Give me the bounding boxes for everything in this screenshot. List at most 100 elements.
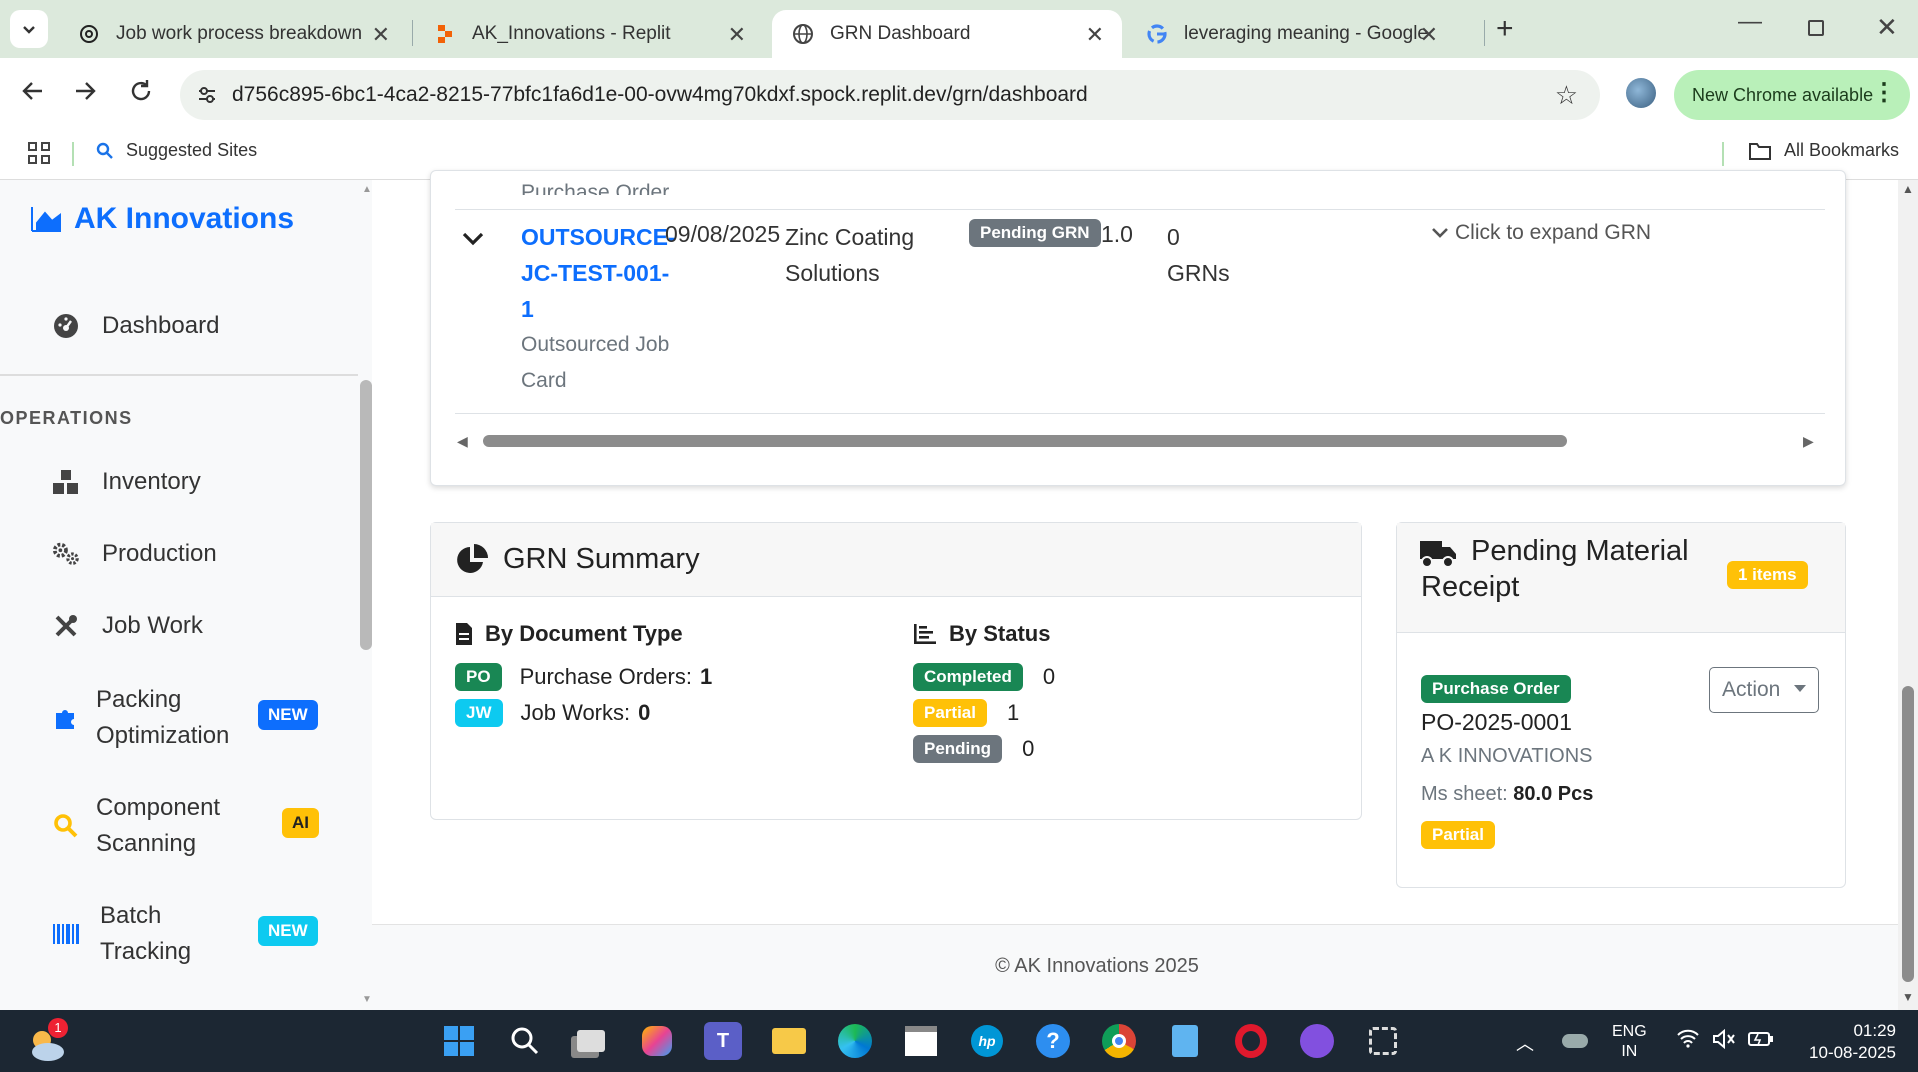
sidebar-scroll-down[interactable]: ▼ [362,994,372,1005]
expand-grn-button[interactable]: Click to expand GRN [1431,221,1651,245]
openai-icon [78,23,100,45]
show-hidden-icons[interactable]: ︿ [1516,1030,1534,1056]
minimize-button[interactable]: — [1738,8,1762,36]
sidebar-item-production[interactable]: Production [52,540,217,568]
close-tab-icon[interactable]: ✕ [1420,22,1438,48]
page-scrollbar-thumb[interactable] [1902,686,1914,982]
file-explorer-button[interactable] [770,1022,808,1060]
tab-search-button[interactable] [10,10,48,48]
expand-row-chevron[interactable] [461,231,485,252]
brand-name: AK Innovations [74,202,295,235]
start-button[interactable] [440,1022,478,1060]
vendor-name-part: Zinc Coating [785,224,915,250]
new-tab-button[interactable]: + [1496,12,1514,46]
horizontal-scroll-right[interactable]: ▶ [1803,433,1814,450]
snipping-tool-button[interactable] [1364,1022,1402,1060]
restore-button[interactable] [1808,20,1824,36]
new-chrome-available-button[interactable]: New Chrome available ⋮ [1674,70,1910,120]
tab-google-search[interactable]: leveraging meaning - Google S ✕ [1126,10,1476,58]
site-settings-icon[interactable] [196,84,218,106]
grn-count: 0 GRNs [1167,219,1230,291]
profile-avatar[interactable] [1626,78,1656,108]
hp-icon: hp [971,1025,1003,1057]
close-tab-icon[interactable]: ✕ [1086,22,1104,48]
reload-icon [131,80,151,101]
page-scroll-up[interactable]: ▲ [1902,182,1914,196]
onedrive-icon[interactable] [1562,1034,1588,1048]
reload-button[interactable] [128,78,154,111]
sidebar-scrollbar-thumb[interactable] [360,380,372,650]
tools-icon [52,612,80,640]
search-icon [96,142,114,160]
tab-title: Job work process breakdown [116,23,363,44]
apps-grid-icon[interactable] [28,142,50,164]
sidebar-item-label: Packing [96,686,182,713]
folder-icon [1748,141,1772,161]
language-code: ENG [1612,1023,1647,1040]
sidebar-item-job-work[interactable]: Job Work [52,612,203,640]
company-name: A K INNOVATIONS [1421,745,1593,767]
github-button[interactable] [1298,1022,1336,1060]
horizontal-scrollbar-thumb[interactable] [483,435,1567,447]
tab-job-work-process[interactable]: Job work process breakdown ✕ [58,10,408,58]
teams-button[interactable]: T [704,1022,742,1060]
close-tab-icon[interactable]: ✕ [728,22,746,48]
vendor-name: Zinc Coating Solutions [785,219,914,291]
chrome-button[interactable] [1100,1022,1138,1060]
help-button[interactable]: ? [1034,1022,1072,1060]
document-number-link[interactable]: OUTSOURCE- JC-TEST-001- 1 [521,219,676,327]
store-button[interactable] [902,1022,940,1060]
horizontal-scroll-left[interactable]: ◀ [457,433,468,450]
file-icon [456,623,472,645]
url-text[interactable]: d756c895-6bc1-4ca2-8215-77bfc1fa6d1e-00-… [232,83,1088,107]
po-number: PO-2025-0001 [1421,709,1572,735]
opera-button[interactable] [1232,1022,1270,1060]
document-number-part: 1 [521,296,534,322]
volume-muted-icon[interactable] [1712,1028,1736,1055]
close-tab-icon[interactable]: ✕ [372,22,390,48]
clock[interactable]: 01:29 10-08-2025 [1796,1020,1896,1064]
sidebar-scroll-up[interactable]: ▲ [362,184,372,195]
back-button[interactable] [20,78,46,111]
language-indicator[interactable]: ENG IN [1612,1022,1647,1062]
all-bookmarks-button[interactable]: All Bookmarks [1748,140,1899,161]
pending-title-part: Pending Material [1471,535,1689,567]
tab-separator [1484,20,1485,46]
task-view-icon [577,1030,605,1052]
weather-widget[interactable]: 1 [26,1018,68,1062]
grn-summary-title: GRN Summary [503,543,700,575]
taskbar-search-button[interactable] [506,1022,544,1060]
boxes-icon [52,468,80,496]
sidebar-item-label: Component [96,794,221,821]
opera-icon [1235,1024,1267,1058]
copilot-button[interactable] [638,1022,676,1060]
forward-button[interactable] [72,78,98,111]
sidebar-item-inventory[interactable]: Inventory [52,468,201,496]
clock-date: 10-08-2025 [1809,1043,1896,1062]
tab-grn-dashboard[interactable]: GRN Dashboard ✕ [772,10,1122,58]
edge-button[interactable] [836,1022,874,1060]
completed-badge: Completed [913,663,1023,691]
notepad-button[interactable] [1166,1022,1204,1060]
wifi-icon[interactable] [1676,1028,1700,1054]
address-bar[interactable]: d756c895-6bc1-4ca2-8215-77bfc1fa6d1e-00-… [180,70,1600,120]
suggested-sites-bookmark[interactable]: Suggested Sites [96,140,257,161]
brand-logo[interactable]: AK Innovations [30,202,294,236]
sidebar-item-label: Inventory [102,468,201,495]
bookmark-star-icon[interactable]: ☆ [1555,80,1578,111]
document-type-part: Outsourced Job [521,333,670,356]
page-scroll-down[interactable]: ▼ [1902,990,1914,1004]
action-dropdown[interactable]: Action [1709,667,1819,713]
google-icon [1146,23,1168,45]
hp-button[interactable]: hp [968,1022,1006,1060]
battery-icon[interactable] [1748,1030,1774,1053]
close-window-button[interactable]: ✕ [1876,12,1898,43]
purchase-order-badge: Purchase Order [1421,675,1571,703]
material-label: Ms sheet: [1421,783,1508,805]
page-scrollbar[interactable]: ▲ ▼ [1898,180,1918,1010]
sidebar-item-dashboard[interactable]: Dashboard [52,312,219,340]
tab-replit[interactable]: AK_Innovations - Replit ✕ [414,10,764,58]
task-view-button[interactable] [572,1022,610,1060]
chrome-icon [1102,1024,1136,1058]
arrow-left-icon [22,82,42,100]
